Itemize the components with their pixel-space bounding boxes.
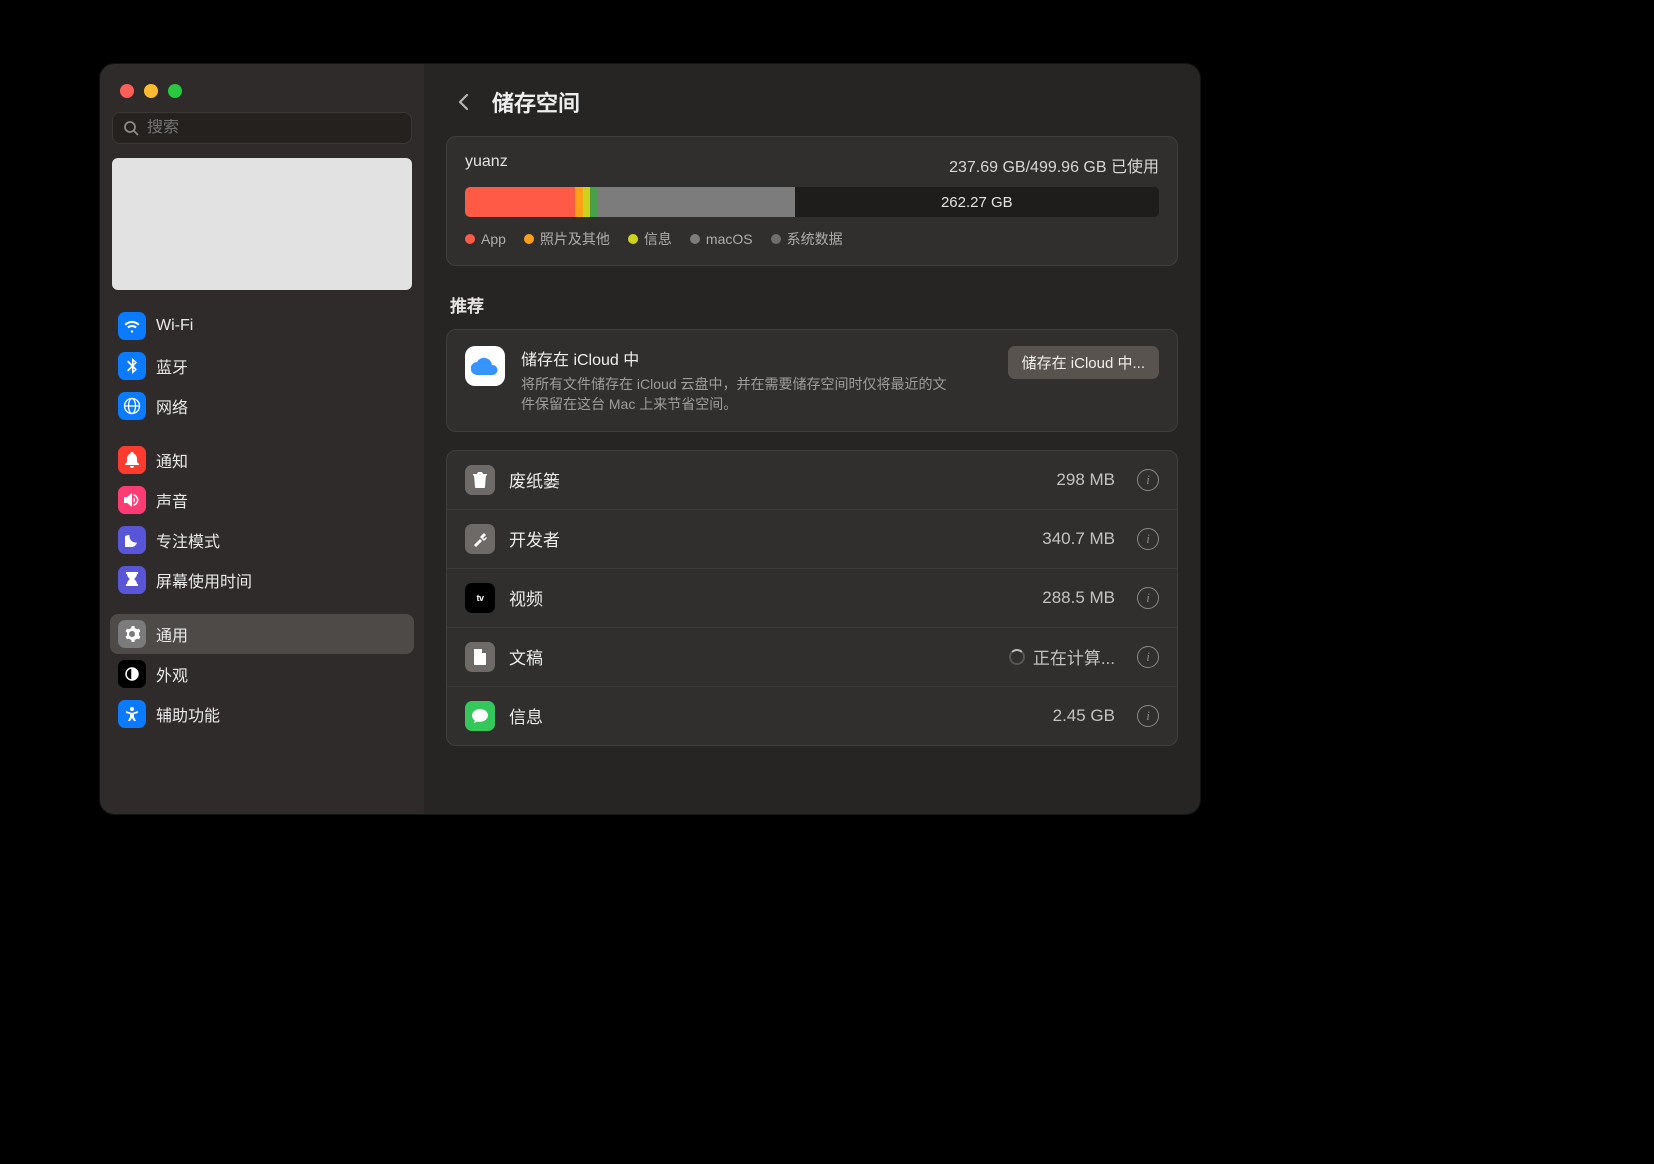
- moon-icon: [118, 526, 146, 554]
- chevron-left-icon: [457, 93, 469, 111]
- trash-icon: [465, 465, 495, 495]
- settings-window: Wi-Fi 蓝牙 网络 通知 声音 专注模式: [100, 64, 1200, 814]
- appearance-icon: [118, 660, 146, 688]
- account-card[interactable]: [112, 158, 412, 290]
- document-icon: [465, 642, 495, 672]
- globe-icon: [118, 392, 146, 420]
- sidebar-item-bluetooth[interactable]: 蓝牙: [110, 346, 414, 386]
- wifi-icon: [118, 312, 146, 340]
- sidebar-item-general[interactable]: 通用: [110, 614, 414, 654]
- bar-seg-messages: [583, 187, 590, 217]
- sidebar-item-accessibility[interactable]: 辅助功能: [110, 694, 414, 734]
- row-value: 298 MB: [1056, 470, 1115, 490]
- sidebar-list: Wi-Fi 蓝牙 网络 通知 声音 专注模式: [100, 300, 424, 740]
- window-controls: [100, 82, 424, 112]
- recommend-title: 储存在 iCloud 中: [521, 346, 992, 370]
- hourglass-icon: [118, 566, 146, 594]
- sidebar-item-wifi[interactable]: Wi-Fi: [110, 306, 414, 346]
- row-value: 2.45 GB: [1053, 706, 1115, 726]
- close-window-button[interactable]: [120, 84, 134, 98]
- bar-seg-free: 262.27 GB: [795, 187, 1159, 217]
- sidebar-item-label: 网络: [156, 394, 188, 418]
- bar-seg-photos: [575, 187, 583, 217]
- sidebar-item-label: 外观: [156, 662, 188, 686]
- back-button[interactable]: [452, 91, 474, 113]
- spinner-icon: [1009, 649, 1025, 665]
- sidebar-item-label: 通用: [156, 622, 188, 646]
- messages-icon: [465, 701, 495, 731]
- sidebar-item-sound[interactable]: 声音: [110, 480, 414, 520]
- legend-macos: macOS: [690, 231, 753, 247]
- used-label: 237.69 GB/499.96 GB 已使用: [949, 153, 1159, 177]
- sidebar-item-label: 屏幕使用时间: [156, 568, 252, 592]
- sidebar-item-notifications[interactable]: 通知: [110, 440, 414, 480]
- legend-photos: 照片及其他: [524, 229, 610, 249]
- recommend-section-title: 推荐: [450, 292, 1174, 317]
- info-button[interactable]: i: [1137, 528, 1159, 550]
- row-value: 正在计算...: [1009, 644, 1115, 669]
- row-trash[interactable]: 废纸篓 298 MB i: [447, 451, 1177, 510]
- sidebar: Wi-Fi 蓝牙 网络 通知 声音 专注模式: [100, 64, 424, 814]
- icloud-icon: [465, 346, 505, 386]
- hammer-icon: [465, 524, 495, 554]
- gear-icon: [118, 620, 146, 648]
- disk-name: yuanz: [465, 153, 508, 177]
- bell-icon: [118, 446, 146, 474]
- storage-legend: App 照片及其他 信息 macOS 系统数据: [465, 229, 1159, 249]
- store-in-icloud-button[interactable]: 储存在 iCloud 中...: [1008, 346, 1159, 379]
- legend-system: 系统数据: [771, 229, 843, 249]
- free-space-label: 262.27 GB: [941, 194, 1013, 211]
- sidebar-item-label: 通知: [156, 448, 188, 472]
- storage-bar: 262.27 GB: [465, 187, 1159, 217]
- storage-categories-list: 废纸篓 298 MB i 开发者 340.7 MB i tv 视频 288.5 …: [446, 450, 1178, 746]
- row-messages[interactable]: 信息 2.45 GB i: [447, 687, 1177, 745]
- sidebar-item-label: 声音: [156, 488, 188, 512]
- minimize-window-button[interactable]: [144, 84, 158, 98]
- bar-seg-macos: [590, 187, 597, 217]
- info-button[interactable]: i: [1137, 469, 1159, 491]
- fullscreen-window-button[interactable]: [168, 84, 182, 98]
- main-content: 储存空间 yuanz 237.69 GB/499.96 GB 已使用 262.2…: [424, 64, 1200, 814]
- sidebar-item-label: 专注模式: [156, 528, 220, 552]
- row-label: 文稿: [509, 644, 995, 669]
- row-video[interactable]: tv 视频 288.5 MB i: [447, 569, 1177, 628]
- page-title: 储存空间: [492, 86, 580, 118]
- row-documents[interactable]: 文稿 正在计算... i: [447, 628, 1177, 687]
- legend-messages: 信息: [628, 229, 672, 249]
- row-value: 288.5 MB: [1042, 588, 1115, 608]
- sidebar-item-network[interactable]: 网络: [110, 386, 414, 426]
- row-developer[interactable]: 开发者 340.7 MB i: [447, 510, 1177, 569]
- bar-seg-app: [465, 187, 575, 217]
- row-label: 视频: [509, 585, 1028, 610]
- search-field[interactable]: [112, 112, 412, 144]
- row-value: 340.7 MB: [1042, 529, 1115, 549]
- row-label: 废纸篓: [509, 467, 1042, 492]
- legend-app: App: [465, 231, 506, 247]
- row-label: 信息: [509, 703, 1039, 728]
- info-button[interactable]: i: [1137, 705, 1159, 727]
- storage-summary-card: yuanz 237.69 GB/499.96 GB 已使用 262.27 GB …: [446, 136, 1178, 266]
- search-icon: [123, 120, 139, 136]
- recommend-desc: 将所有文件储存在 iCloud 云盘中，并在需要储存空间时仅将最近的文件保留在这…: [521, 374, 951, 415]
- search-input[interactable]: [147, 119, 401, 137]
- titlebar: 储存空间: [424, 64, 1200, 136]
- sidebar-item-screentime[interactable]: 屏幕使用时间: [110, 560, 414, 600]
- info-button[interactable]: i: [1137, 646, 1159, 668]
- sidebar-item-focus[interactable]: 专注模式: [110, 520, 414, 560]
- appletv-icon: tv: [465, 583, 495, 613]
- info-button[interactable]: i: [1137, 587, 1159, 609]
- sidebar-item-label: Wi-Fi: [156, 317, 193, 335]
- recommend-icloud-card: 储存在 iCloud 中 将所有文件储存在 iCloud 云盘中，并在需要储存空…: [446, 329, 1178, 432]
- sidebar-item-label: 辅助功能: [156, 702, 220, 726]
- bar-seg-system: [597, 187, 795, 217]
- accessibility-icon: [118, 700, 146, 728]
- bluetooth-icon: [118, 352, 146, 380]
- sidebar-item-label: 蓝牙: [156, 354, 188, 378]
- speaker-icon: [118, 486, 146, 514]
- row-label: 开发者: [509, 526, 1028, 551]
- sidebar-item-appearance[interactable]: 外观: [110, 654, 414, 694]
